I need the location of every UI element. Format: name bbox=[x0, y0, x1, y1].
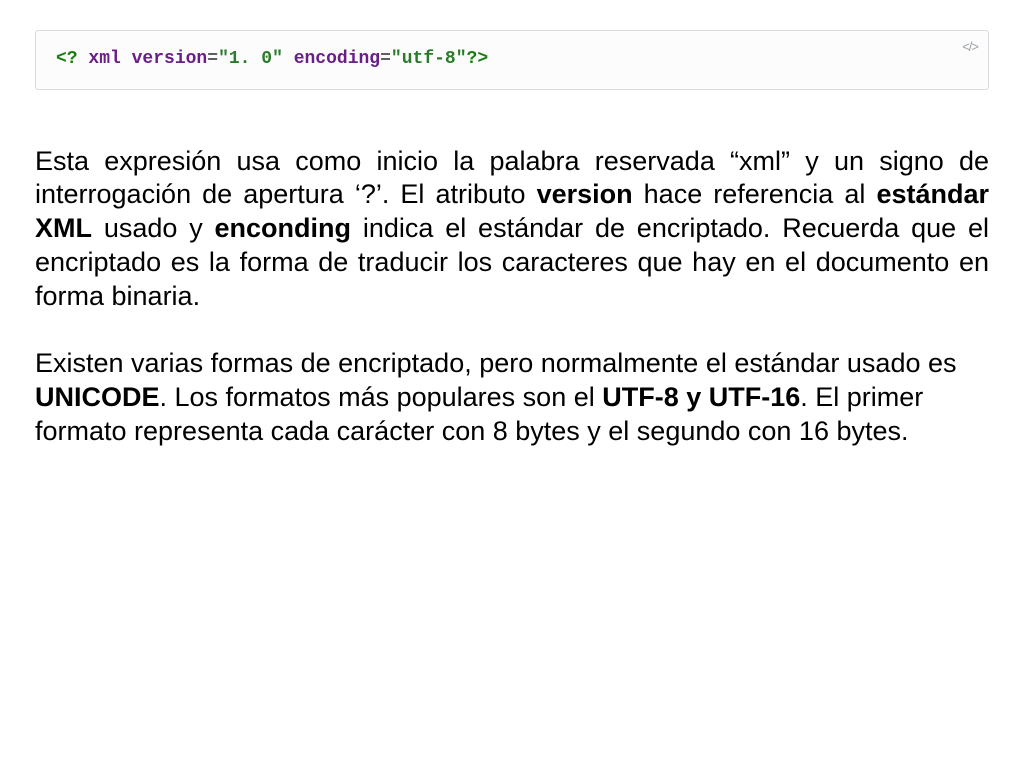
text: usado y bbox=[92, 213, 215, 243]
xml-close-tag: ?> bbox=[467, 49, 489, 69]
equals: = bbox=[380, 49, 391, 69]
bold-utf: UTF-8 y UTF-16 bbox=[602, 382, 800, 412]
page: </> <? xml version="1. 0" encoding="utf-… bbox=[0, 0, 1024, 449]
bold-encoding: enconding bbox=[215, 213, 352, 243]
space bbox=[283, 49, 294, 69]
code-block: </> <? xml version="1. 0" encoding="utf-… bbox=[35, 30, 989, 90]
val-encoding: "utf-8" bbox=[391, 49, 467, 69]
val-version: "1. 0" bbox=[218, 49, 283, 69]
attr-encoding: encoding bbox=[294, 49, 380, 69]
code-line: <? xml version="1. 0" encoding="utf-8"?> bbox=[56, 49, 488, 69]
paragraph-1: Esta expresión usa como inicio la palabr… bbox=[35, 145, 989, 314]
text: . Los formatos más populares son el bbox=[160, 382, 603, 412]
paragraph-2: Existen varias formas de encriptado, per… bbox=[35, 347, 989, 448]
text: hace referencia al bbox=[633, 179, 877, 209]
space bbox=[121, 49, 132, 69]
bold-unicode: UNICODE bbox=[35, 382, 160, 412]
bold-version: version bbox=[537, 179, 633, 209]
text: Existen varias formas de encriptado, per… bbox=[35, 348, 957, 378]
attr-version: version bbox=[132, 49, 208, 69]
xml-keyword: xml bbox=[88, 49, 120, 69]
equals: = bbox=[207, 49, 218, 69]
code-icon: </> bbox=[962, 39, 978, 54]
xml-open-tag: <? bbox=[56, 49, 88, 69]
